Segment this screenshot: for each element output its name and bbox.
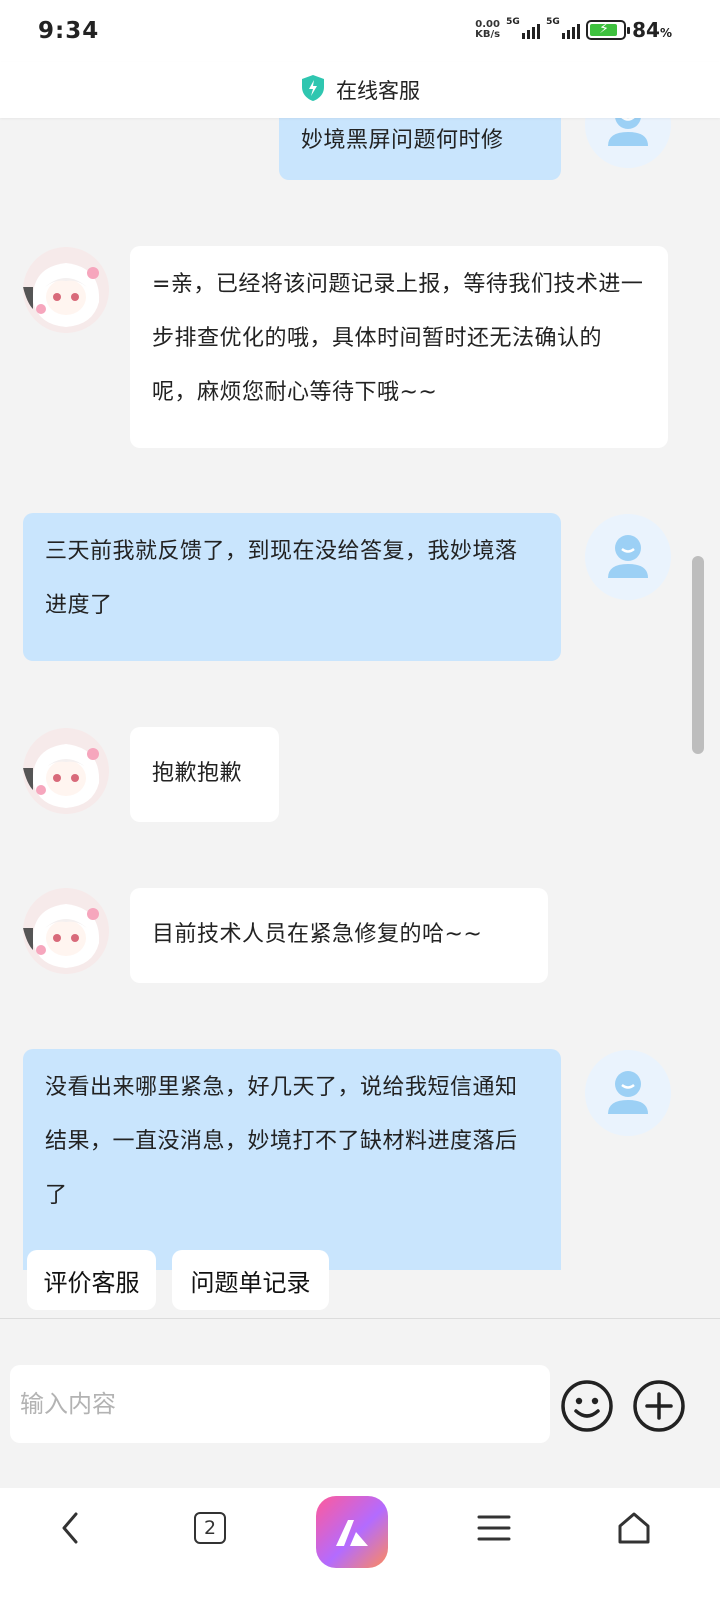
scrollbar[interactable] bbox=[692, 556, 704, 754]
user-avatar bbox=[585, 1050, 671, 1136]
user-avatar bbox=[585, 514, 671, 600]
emoji-icon[interactable] bbox=[560, 1379, 614, 1433]
battery-icon: ⚡ bbox=[586, 20, 631, 40]
tabs-count: 2 bbox=[194, 1512, 226, 1544]
battery-percent: 84% bbox=[632, 18, 672, 42]
rate-service-button[interactable]: 评价客服 bbox=[27, 1250, 156, 1310]
input-bar bbox=[0, 1318, 720, 1488]
agent-message-bubble[interactable]: =亲，已经将该问题记录上报，等待我们技术进一步排查优化的哦，具体时间暂时还无法确… bbox=[130, 246, 668, 448]
plus-icon[interactable] bbox=[632, 1379, 686, 1433]
home-icon[interactable] bbox=[604, 1488, 664, 1568]
status-indicators: 0.00 KB/s 5G 5G ⚡ 84% bbox=[475, 17, 672, 42]
back-icon[interactable] bbox=[40, 1488, 100, 1568]
status-bar: 9:34 0.00 KB/s 5G 5G ⚡ 84% bbox=[0, 0, 720, 62]
bottom-nav: 2 bbox=[0, 1488, 720, 1601]
user-message-bubble[interactable]: 妙境黑屏问题何时修 bbox=[279, 118, 561, 180]
user-message-bubble[interactable]: 没看出来哪里紧急，好几天了，说给我短信通知结果，一直没消息，妙境打不了缺材料进度… bbox=[23, 1049, 561, 1270]
agent-message-bubble[interactable]: 目前技术人员在紧急修复的哈~~ bbox=[130, 888, 548, 983]
signal-icon: 5G bbox=[506, 17, 541, 41]
tabs-button[interactable]: 2 bbox=[180, 1488, 240, 1568]
user-avatar bbox=[585, 118, 671, 168]
agent-message-bubble[interactable]: 抱歉抱歉 bbox=[130, 727, 279, 822]
menu-icon[interactable] bbox=[464, 1488, 524, 1568]
shield-bolt-icon bbox=[300, 74, 326, 106]
network-speed: 0.00 KB/s bbox=[475, 20, 500, 40]
page-title: 在线客服 bbox=[336, 79, 420, 103]
agent-avatar bbox=[23, 247, 109, 333]
browser-logo[interactable] bbox=[316, 1492, 388, 1572]
user-message-bubble[interactable]: 三天前我就反馈了，到现在没给答复，我妙境落进度了 bbox=[23, 513, 561, 661]
network-speed-unit: KB/s bbox=[475, 29, 501, 40]
message-input[interactable] bbox=[10, 1365, 550, 1443]
signal-label-2: 5G bbox=[546, 17, 560, 27]
chat-header: 在线客服 bbox=[0, 62, 720, 118]
message-list[interactable]: 妙境黑屏问题何时修 =亲，已经将该问题记录上报，等待我们技术进一步排查优化的哦，… bbox=[0, 118, 720, 1270]
signal-icon-2: 5G bbox=[546, 17, 581, 41]
signal-label: 5G bbox=[506, 17, 520, 27]
agent-avatar bbox=[23, 728, 109, 814]
page: 9:34 0.00 KB/s 5G 5G ⚡ 84% 在线客服 妙境黑屏问题何时… bbox=[0, 0, 720, 1601]
agent-avatar bbox=[23, 888, 109, 974]
status-time: 9:34 bbox=[38, 18, 100, 44]
ticket-records-button[interactable]: 问题单记录 bbox=[172, 1250, 329, 1310]
